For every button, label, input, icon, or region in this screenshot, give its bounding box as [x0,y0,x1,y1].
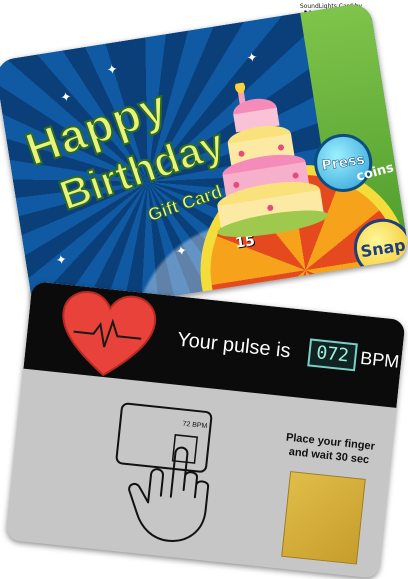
birthday-gift-card: ✦ ✦ ✦ ✦ ✦ 30 5 15 Happy Birthday Gift Ca… [0,1,408,319]
bpm-unit: BPM [359,347,401,372]
sparkle-icon: ✦ [245,50,259,67]
sparkle-icon: ✦ [54,252,69,269]
finger-on-card-icon: 72 BPM [115,402,213,542]
mini-display-text: 72 BPM [182,421,208,431]
pulse-card: Your pulse is 072 BPM 72 BPM Place your … [5,281,406,579]
finger-sensor-pad[interactable] [281,471,366,565]
pulse-value-display: 072 [307,338,358,372]
sparkle-icon: ✦ [105,62,119,79]
heart-icon [62,291,157,377]
sparkle-icon: ✦ [175,243,189,261]
sparkle-icon: ✦ [59,89,73,107]
instruction-text: Place your finger and wait 30 sec [273,429,385,469]
